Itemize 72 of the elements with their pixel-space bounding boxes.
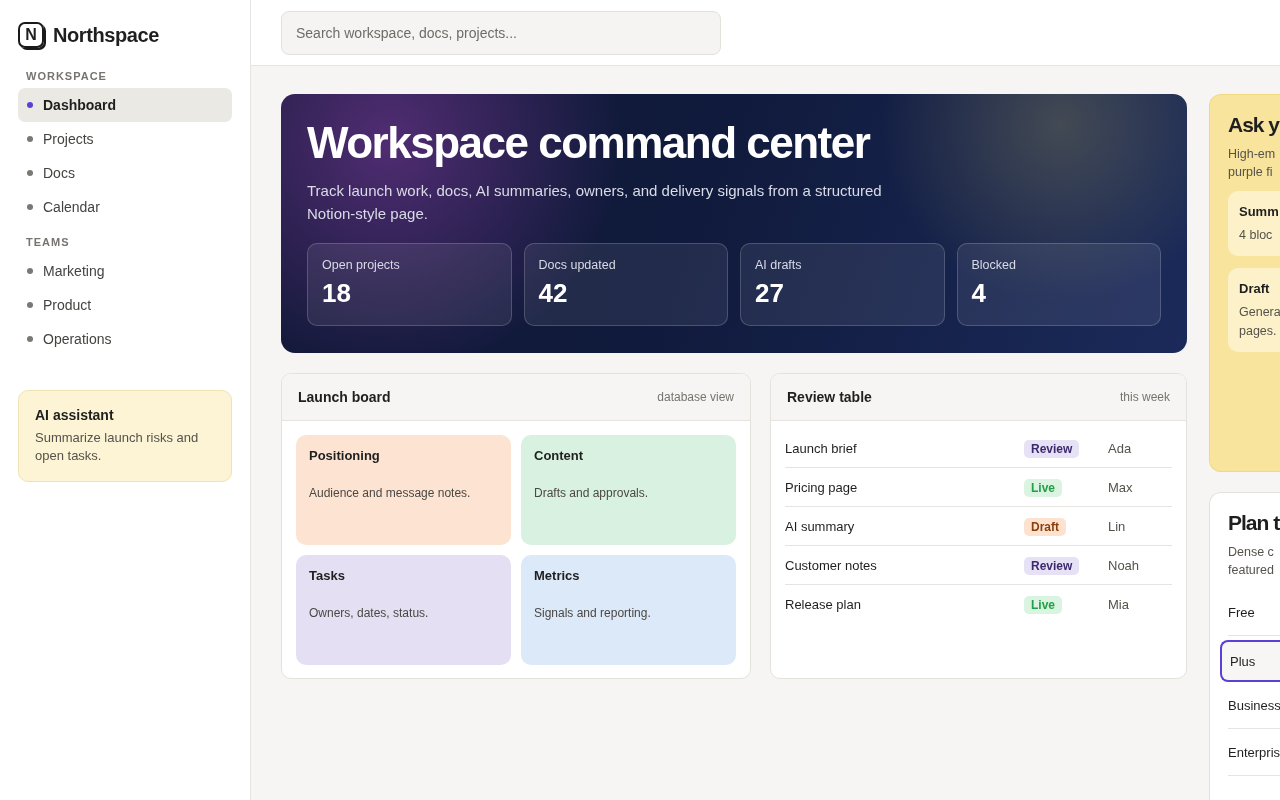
stat-label: Docs updated bbox=[538, 258, 617, 272]
sidebar-item[interactable]: Dashboard bbox=[18, 88, 232, 122]
tile-title: Content bbox=[534, 448, 585, 463]
table-cell-text: Release plan bbox=[785, 596, 862, 612]
board-tile[interactable]: Metrics Signals and reporting. bbox=[521, 555, 736, 665]
table-cell-text: Launch brief bbox=[785, 440, 858, 456]
status-badge: Draft bbox=[1024, 517, 1066, 536]
section-title: WORKSPACE bbox=[25, 70, 108, 82]
status-badge: Live bbox=[1024, 595, 1062, 614]
suggestion-card[interactable]: Summ 4 bloc bbox=[1228, 191, 1280, 257]
suggestion-text: 4 bloc bbox=[1239, 227, 1274, 245]
tile-text: Drafts and approvals. bbox=[534, 486, 650, 500]
panel-text: purple fi bbox=[1228, 164, 1274, 182]
card-title: Review table bbox=[787, 389, 872, 405]
search-field[interactable]: Search workspace, docs, projects... bbox=[281, 10, 721, 55]
table-cell-text: AI summary bbox=[785, 518, 856, 534]
tile-title: Tasks bbox=[309, 568, 346, 583]
table-cell-text: Mia bbox=[1108, 596, 1130, 612]
table-cell-text: Max bbox=[1108, 479, 1134, 495]
stat-value: 18 bbox=[322, 278, 352, 309]
assistant-title: AI assistant bbox=[35, 407, 115, 423]
panel-title: Plan t bbox=[1228, 511, 1280, 535]
tile-text: Signals and reporting. bbox=[534, 606, 652, 620]
card-meta: database view bbox=[657, 390, 734, 404]
logo-icon: N bbox=[18, 22, 44, 48]
stat-label: Blocked bbox=[971, 258, 1017, 272]
brand-name: Northspace bbox=[53, 23, 160, 47]
sidebar-item[interactable]: Marketing bbox=[18, 254, 232, 288]
sidebar-item[interactable]: Projects bbox=[18, 122, 232, 156]
plan-option[interactable]: Free bbox=[1228, 589, 1280, 637]
hero-title: Workspace command center bbox=[307, 118, 871, 168]
status-badge: Review bbox=[1024, 556, 1080, 575]
stat-label: AI drafts bbox=[755, 258, 803, 272]
panel-text: featured bbox=[1228, 562, 1275, 580]
card-meta: this week bbox=[1119, 390, 1170, 404]
panel-text: Dense c bbox=[1228, 544, 1275, 561]
table-cell-text: Pricing page bbox=[785, 479, 859, 495]
tile-text: Owners, dates, status. bbox=[309, 606, 430, 620]
suggestion-title: Summ bbox=[1239, 204, 1280, 220]
status-badge: Review bbox=[1024, 439, 1080, 458]
sidebar-item[interactable]: Calendar bbox=[18, 190, 232, 224]
panel-text: High-em bbox=[1228, 146, 1277, 163]
table-cell-text: Ada bbox=[1108, 440, 1133, 456]
hero-subtitle: Track launch work, docs, AI summaries, owners, and delivery signals from a structured Notion-style page. bbox=[307, 181, 883, 224]
suggestion-title: Draft bbox=[1239, 281, 1271, 297]
sidebar-item[interactable]: Product bbox=[18, 288, 232, 322]
tile-title: Positioning bbox=[309, 448, 381, 463]
sidebar-item[interactable]: Operations bbox=[18, 322, 232, 356]
board-tile[interactable]: Positioning Audience and message notes. bbox=[296, 435, 511, 545]
plan-option[interactable]: Enterpris bbox=[1228, 729, 1280, 777]
board-tile[interactable]: Tasks Owners, dates, status. bbox=[296, 555, 511, 665]
status-badge: Live bbox=[1024, 478, 1062, 497]
section-title: TEAMS bbox=[25, 236, 71, 248]
board-tile[interactable]: Content Drafts and approvals. bbox=[521, 435, 736, 545]
table-cell-text: Noah bbox=[1108, 557, 1141, 573]
suggestion-card[interactable]: Draft Genera pages. bbox=[1228, 268, 1280, 352]
suggestion-text: Genera bbox=[1239, 304, 1280, 322]
stat-value: 4 bbox=[971, 278, 987, 309]
tile-text: Audience and message notes. bbox=[309, 486, 472, 500]
plan-option[interactable]: Business bbox=[1228, 682, 1280, 730]
assistant-text: Summarize launch risks and open tasks. bbox=[35, 429, 200, 466]
plan-option[interactable]: Plus bbox=[1220, 640, 1280, 683]
sidebar-item[interactable]: Docs bbox=[18, 156, 232, 190]
tile-title: Metrics bbox=[534, 568, 581, 583]
stat-value: 27 bbox=[755, 278, 785, 309]
stat-label: Open projects bbox=[322, 258, 401, 272]
table-cell-text: Lin bbox=[1108, 518, 1127, 534]
stat-value: 42 bbox=[538, 278, 569, 309]
suggestion-text: pages. bbox=[1239, 322, 1278, 340]
card-title: Launch board bbox=[298, 389, 391, 405]
table-cell-text: Customer notes bbox=[785, 557, 878, 573]
panel-title: Ask y bbox=[1228, 113, 1280, 137]
